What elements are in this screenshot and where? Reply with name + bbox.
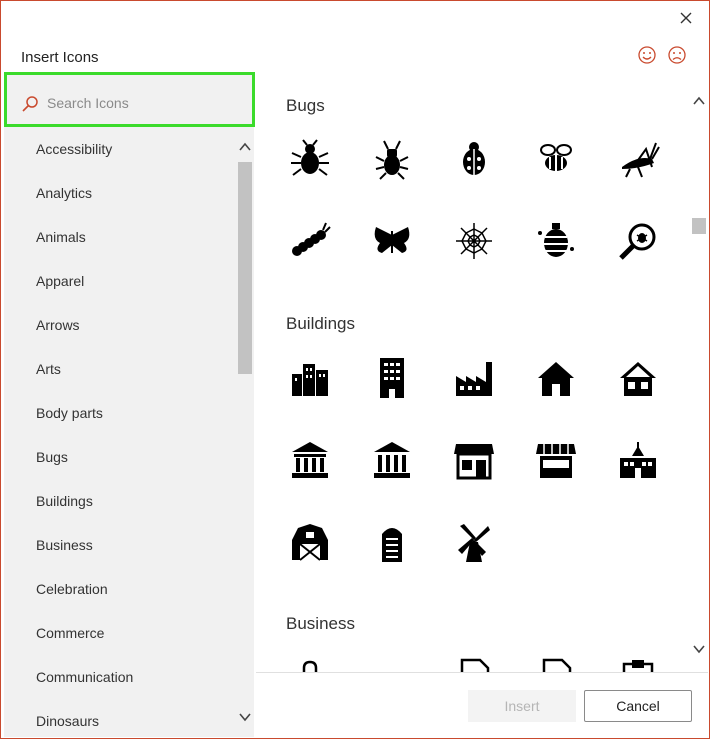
windmill-icon[interactable] bbox=[450, 518, 498, 566]
factory-icon[interactable] bbox=[450, 354, 498, 402]
storefront-icon[interactable] bbox=[450, 436, 498, 484]
smile-icon[interactable] bbox=[637, 45, 657, 65]
category-scrollbar-thumb[interactable] bbox=[238, 162, 252, 374]
feedback-buttons bbox=[637, 45, 687, 65]
bug-magnifier-icon[interactable] bbox=[614, 217, 662, 265]
category-item-animals[interactable]: Animals bbox=[4, 215, 238, 259]
office-building-icon[interactable] bbox=[368, 354, 416, 402]
category-item-celebration[interactable]: Celebration bbox=[4, 567, 238, 611]
category-item-apparel[interactable]: Apparel bbox=[4, 259, 238, 303]
butterfly-icon[interactable] bbox=[368, 217, 416, 265]
house-icon[interactable] bbox=[532, 354, 580, 402]
chevron-down-icon[interactable] bbox=[238, 710, 252, 724]
frown-icon[interactable] bbox=[667, 45, 687, 65]
bank-icon[interactable] bbox=[286, 436, 334, 484]
courthouse-icon[interactable] bbox=[368, 436, 416, 484]
section-title-business: Business bbox=[286, 614, 355, 633]
spider-web-icon[interactable] bbox=[450, 217, 498, 265]
search-input[interactable] bbox=[45, 89, 249, 117]
market-stall-icon[interactable] bbox=[532, 436, 580, 484]
search-box[interactable] bbox=[4, 72, 255, 127]
chevron-up-icon[interactable] bbox=[238, 140, 252, 154]
beehive-icon[interactable] bbox=[532, 217, 580, 265]
section-title-buildings: Buildings bbox=[286, 314, 355, 333]
chevron-down-icon[interactable] bbox=[692, 642, 706, 656]
barn-icon[interactable] bbox=[286, 518, 334, 566]
caterpillar-icon[interactable] bbox=[286, 217, 334, 265]
search-icon bbox=[22, 96, 38, 112]
insert-button[interactable]: Insert bbox=[468, 690, 576, 722]
category-item-buildings[interactable]: Buildings bbox=[4, 479, 238, 523]
stag-beetle-icon[interactable] bbox=[368, 135, 416, 183]
category-item-communication[interactable]: Communication bbox=[4, 655, 238, 699]
paperclip-icon[interactable] bbox=[286, 654, 334, 672]
footer-divider bbox=[256, 672, 708, 673]
section-title-bugs: Bugs bbox=[286, 96, 325, 115]
category-item-accessibility[interactable]: Accessibility bbox=[4, 127, 238, 171]
category-item-dinosaurs[interactable]: Dinosaurs bbox=[4, 699, 238, 737]
icon-gallery: Bugs Buildings Business bbox=[256, 80, 692, 672]
city-icon[interactable] bbox=[286, 354, 334, 402]
bee-icon[interactable] bbox=[532, 135, 580, 183]
dialog-title: Insert Icons bbox=[21, 49, 99, 66]
category-item-body-parts[interactable]: Body parts bbox=[4, 391, 238, 435]
cancel-button[interactable]: Cancel bbox=[584, 690, 692, 722]
category-item-analytics[interactable]: Analytics bbox=[4, 171, 238, 215]
gallery-scrollbar-thumb[interactable] bbox=[692, 218, 706, 234]
silo-icon[interactable] bbox=[368, 518, 416, 566]
close-button[interactable] bbox=[675, 7, 697, 29]
folder-icon[interactable] bbox=[368, 654, 416, 672]
beetle-icon[interactable] bbox=[286, 135, 334, 183]
category-item-commerce[interactable]: Commerce bbox=[4, 611, 238, 655]
category-item-bugs[interactable]: Bugs bbox=[4, 435, 238, 479]
school-icon[interactable] bbox=[614, 436, 662, 484]
document-icon[interactable] bbox=[450, 654, 498, 672]
chevron-up-icon[interactable] bbox=[692, 94, 706, 108]
close-icon bbox=[680, 12, 692, 24]
document-icon[interactable] bbox=[532, 654, 580, 672]
home-icon[interactable] bbox=[614, 354, 662, 402]
category-list: Accessibility Analytics Animals Apparel Arro… bbox=[4, 127, 238, 737]
clipboard-icon[interactable] bbox=[614, 654, 662, 672]
category-item-business[interactable]: Business bbox=[4, 523, 238, 567]
category-item-arts[interactable]: Arts bbox=[4, 347, 238, 391]
ladybug-icon[interactable] bbox=[450, 135, 498, 183]
category-item-arrows[interactable]: Arrows bbox=[4, 303, 238, 347]
grasshopper-icon[interactable] bbox=[614, 135, 662, 183]
